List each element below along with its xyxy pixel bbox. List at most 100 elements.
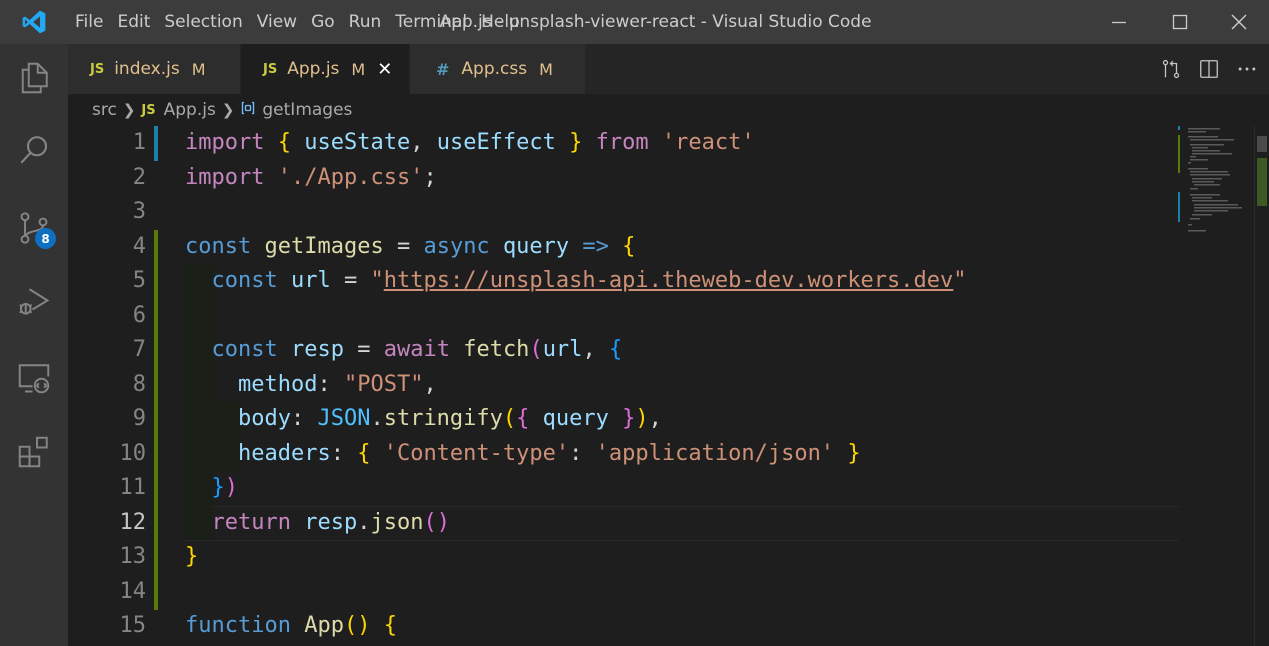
code-line[interactable]: const url = "https://unsplash-api.theweb…: [185, 264, 967, 299]
menu-terminal[interactable]: Terminal: [388, 0, 474, 44]
code-token: {: [622, 233, 636, 259]
maximize-icon[interactable]: [1150, 0, 1210, 44]
code-token: const: [185, 233, 252, 259]
code-token: const: [211, 268, 278, 293]
code-token: ): [635, 406, 649, 431]
close-window-icon[interactable]: [1209, 0, 1269, 44]
explorer-icon[interactable]: [0, 40, 68, 116]
code-token: ): [224, 475, 238, 500]
title-bar: File Edit Selection View Go Run Terminal Help A…: [0, 0, 1269, 44]
activity-bar: 8: [0, 44, 68, 646]
code-token: {: [277, 130, 291, 155]
breadcrumb-folder[interactable]: src: [92, 100, 117, 120]
code-line[interactable]: function App() {: [185, 609, 397, 644]
code-token: ,: [582, 337, 609, 362]
code-token: :: [330, 440, 358, 466]
code-token: ;: [423, 164, 437, 190]
search-icon[interactable]: [0, 112, 68, 188]
code-token: useState: [304, 130, 411, 155]
more-actions-icon[interactable]: [1228, 44, 1266, 94]
code-line[interactable]: return resp.json(): [185, 506, 450, 541]
breadcrumb-symbol[interactable]: getImages: [262, 100, 352, 120]
code-token: JSON: [317, 406, 371, 431]
code-token: .: [357, 509, 371, 535]
chevron-right-icon: ❯: [221, 101, 235, 119]
code-token: useEffect: [436, 130, 556, 155]
code-token: (: [502, 406, 517, 431]
menu-bar: File Edit Selection View Go Run Terminal Help: [68, 0, 527, 44]
tab-app-css[interactable]: # App.css M: [410, 44, 585, 94]
code-token: =>: [582, 233, 609, 259]
modified-indicator: M: [191, 59, 206, 79]
remote-explorer-icon[interactable]: [0, 340, 68, 416]
vertical-scrollbar[interactable]: [1254, 126, 1269, 646]
extensions-icon[interactable]: [0, 414, 68, 490]
menu-selection[interactable]: Selection: [157, 0, 249, 44]
code-editor[interactable]: 1 2 3 4 5 6 7 8 9 10 11 12 13 14 15 import { useState,…: [68, 126, 1269, 646]
menu-file[interactable]: File: [68, 0, 110, 44]
tab-app-js[interactable]: JS App.js M ✕: [241, 44, 409, 94]
menu-help[interactable]: Help: [474, 0, 527, 44]
run-debug-icon[interactable]: [0, 264, 68, 340]
code-token: ,: [648, 406, 662, 431]
code-line[interactable]: }): [185, 471, 239, 506]
code-line[interactable]: headers: { 'Content-type': 'application/…: [185, 437, 861, 472]
code-token: 'Content-type': [383, 440, 570, 466]
git-added-marker[interactable]: [154, 229, 158, 610]
code-token: {: [383, 613, 397, 638]
menu-edit[interactable]: Edit: [110, 0, 157, 44]
code-line[interactable]: }: [185, 540, 198, 575]
code-token: :: [569, 440, 596, 466]
menu-run[interactable]: Run: [342, 0, 389, 44]
line-number: 11: [119, 475, 147, 500]
vscode-logo-icon[interactable]: [0, 0, 68, 44]
breadcrumb-file[interactable]: App.js: [164, 100, 216, 120]
code-line[interactable]: const resp = await fetch(url, {: [185, 333, 623, 368]
modified-indicator: M: [539, 59, 553, 79]
split-editor-icon[interactable]: [1190, 44, 1228, 94]
code-token: query: [502, 233, 570, 259]
code-token: stringify: [383, 406, 503, 431]
open-changes-icon[interactable]: [1152, 44, 1190, 94]
scrollbar-marker: [1257, 136, 1267, 152]
minimize-icon[interactable]: [1089, 0, 1149, 44]
minimap[interactable]: [1178, 126, 1253, 236]
code-token: {: [608, 337, 623, 362]
code-token: from: [595, 130, 649, 155]
menu-go[interactable]: Go: [304, 0, 342, 44]
code-line[interactable]: body: JSON.stringify({ query }),: [185, 402, 662, 437]
code-token: :: [290, 406, 318, 431]
code-line[interactable]: const getImages = async query => {: [185, 230, 635, 265]
source-control-icon[interactable]: [0, 190, 68, 266]
code-token: ,: [423, 371, 437, 397]
line-number: 1: [132, 130, 146, 155]
code-token: getImages: [264, 233, 384, 259]
code-token: https://unsplash-api.theweb-dev.workers.…: [383, 268, 954, 293]
line-number: 6: [132, 302, 146, 328]
editor-actions: [1152, 44, 1266, 94]
scrollbar-marker: [1257, 158, 1267, 206]
git-modified-marker[interactable]: [154, 126, 158, 161]
code-token: resp: [290, 337, 344, 362]
code-line[interactable]: import { useState, useEffect } from 'rea…: [185, 126, 755, 161]
close-tab-icon[interactable]: ✕: [377, 59, 392, 80]
code-line[interactable]: method: "POST",: [185, 368, 437, 403]
code-token: ): [436, 509, 450, 535]
code-token: (): [343, 613, 371, 638]
code-token: './App.css': [277, 164, 424, 190]
tab-index-js[interactable]: JS index.js M: [68, 44, 240, 94]
code-line[interactable]: import './App.css';: [185, 161, 437, 196]
menu-view[interactable]: View: [250, 0, 304, 44]
code-token: query: [542, 406, 609, 431]
